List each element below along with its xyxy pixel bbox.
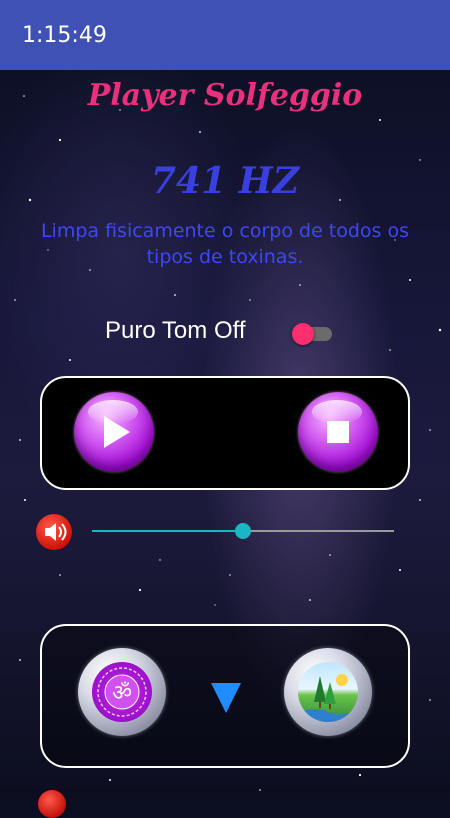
play-icon: [104, 416, 130, 448]
partial-icon-bottom: [38, 790, 66, 818]
down-arrow-icon[interactable]: [211, 683, 241, 713]
frequency-value: 741 HZ: [151, 160, 299, 202]
app-title: Player Solfeggio: [87, 78, 363, 113]
stop-icon: [327, 421, 349, 443]
navigation-panel: ॐ: [40, 624, 410, 768]
nature-landscape-icon: [298, 662, 358, 722]
om-button[interactable]: ॐ: [78, 648, 166, 736]
switch-thumb: [292, 323, 314, 345]
status-clock: 1:15:49: [22, 22, 107, 48]
slider-thumb[interactable]: [235, 523, 251, 539]
status-bar: 1:15:49: [0, 0, 450, 70]
frequency-description: Limpa fisicamente o corpo de todos os ti…: [40, 220, 410, 268]
svg-text:ॐ: ॐ: [112, 681, 132, 706]
pure-tone-row: Puro Tom Off: [0, 315, 450, 349]
slider-fill: [92, 530, 243, 532]
pure-tone-label: Puro Tom Off: [105, 317, 246, 344]
om-symbol-icon: ॐ: [92, 662, 152, 722]
playback-controls-panel: [40, 376, 410, 490]
speaker-icon[interactable]: [36, 514, 72, 550]
play-button[interactable]: [74, 392, 154, 472]
stop-button[interactable]: [298, 392, 378, 472]
pure-tone-switch[interactable]: [292, 323, 332, 345]
nature-button[interactable]: [284, 648, 372, 736]
volume-slider[interactable]: [92, 520, 394, 544]
